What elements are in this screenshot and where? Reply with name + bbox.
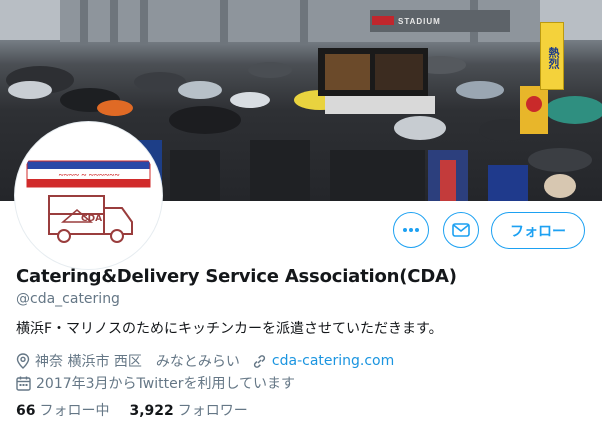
flag-text: 熱烈	[547, 47, 560, 69]
supporter-flag: 熱烈	[540, 22, 564, 90]
followers-stat[interactable]: 3,922 フォロワー	[129, 400, 247, 420]
follow-stats: 66 フォロー中 3,922 フォロワー	[16, 400, 268, 420]
followers-label: フォロワー	[177, 403, 248, 419]
joined-date: 2017年3月からTwitterを利用しています	[36, 376, 296, 392]
follow-button[interactable]: フォロー	[491, 212, 585, 249]
following-count: 66	[16, 403, 36, 419]
profile-bio: 横浜F・マリノスのためにキッチンカーを派遣させていただきます。	[16, 321, 443, 337]
followers-count: 3,922	[129, 403, 174, 419]
following-label: フォロー中	[39, 403, 110, 419]
profile-avatar[interactable]: ~~~~ ~ ~~~~~~ CDA	[15, 122, 162, 269]
display-name: Catering&Delivery Service Association(CD…	[16, 266, 457, 287]
more-options-button[interactable]	[393, 212, 429, 248]
more-dots-icon	[403, 228, 419, 232]
svg-text:~~~~ ~ ~~~~~~: ~~~~ ~ ~~~~~~	[59, 170, 120, 180]
location-website-row: 神奈 横浜市 西区 みなとみらい cda-catering.com	[16, 351, 394, 371]
stadium-sign: STADIUM	[398, 17, 441, 26]
location-text: 神奈 横浜市 西区 みなとみらい	[35, 354, 240, 370]
joined-row: 2017年3月からTwitterを利用しています	[16, 373, 295, 393]
mail-icon	[452, 223, 470, 237]
following-stat[interactable]: 66 フォロー中	[16, 400, 109, 420]
link-icon	[253, 354, 265, 368]
calendar-icon	[16, 376, 31, 391]
user-handle: @cda_catering	[16, 291, 120, 307]
location-pin-icon	[16, 353, 30, 369]
cda-logo-icon: ~~~~ ~ ~~~~~~	[26, 160, 151, 243]
avatar-logo-text: CDA	[81, 214, 103, 224]
message-button[interactable]	[443, 212, 479, 248]
website-link[interactable]: cda-catering.com	[272, 353, 394, 369]
